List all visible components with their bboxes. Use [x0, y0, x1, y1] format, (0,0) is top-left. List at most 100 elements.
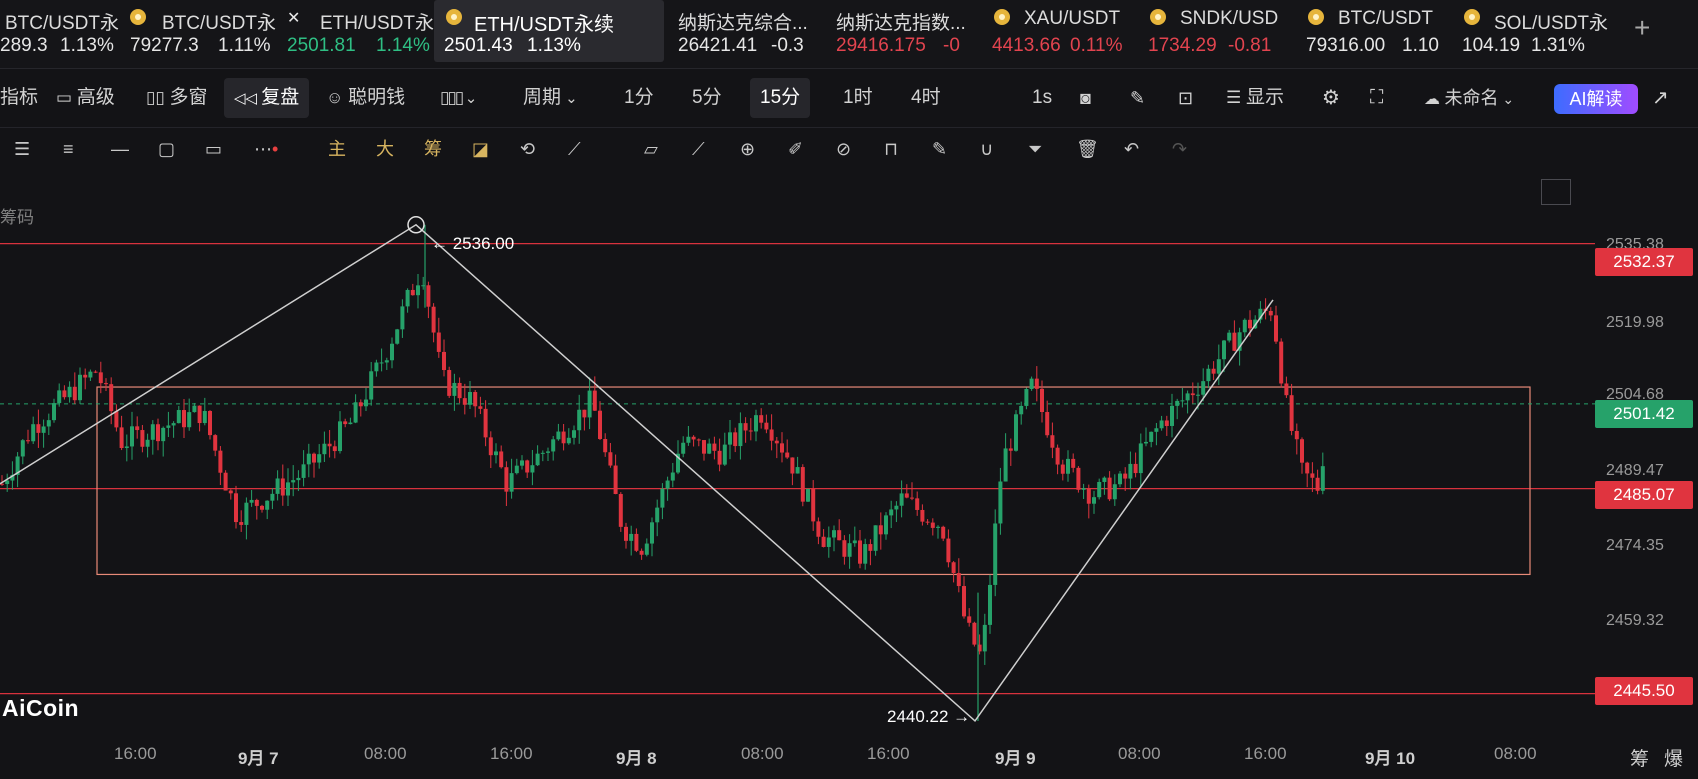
chips-toggle[interactable]: 筹: [1630, 744, 1649, 771]
ai-interpret-button[interactable]: AI解读: [1554, 84, 1638, 114]
ticker-name: ETH/USDT永: [320, 13, 435, 34]
rectangle-icon[interactable]: ▢: [158, 128, 175, 170]
share-icon[interactable]: ⊡: [1178, 69, 1193, 127]
ticker-5[interactable]: 纳斯达克指数... 29416.175 -0: [836, 0, 976, 62]
sliders-icon[interactable]: ☰: [14, 128, 30, 170]
interval-1m[interactable]: 1分: [624, 69, 654, 127]
multi-window-button[interactable]: ▯▯ 多窗: [146, 69, 207, 127]
ticker-6[interactable]: XAU/USDT 4413.66 0.11%: [990, 0, 1122, 62]
y-tick: 2519.98: [1606, 314, 1664, 331]
candlestick-chart[interactable]: [0, 170, 1698, 779]
interval-4h[interactable]: 4时: [911, 69, 941, 127]
layout-name: 未命名: [1444, 88, 1499, 108]
candle-body: [946, 538, 951, 563]
candle-body: [462, 398, 467, 405]
box-tool-icon[interactable]: ◪: [472, 128, 489, 170]
candle-body: [457, 382, 462, 399]
chart-area[interactable]: [0, 170, 1698, 779]
lock-icon[interactable]: ⊓: [884, 128, 898, 170]
ticker-8[interactable]: BTC/USDT 79316.00 1.10: [1306, 0, 1439, 62]
chart-type-button[interactable]: ▯▯▯ ⌄: [440, 69, 477, 127]
ticker-change: -0.81: [1228, 35, 1272, 56]
zoom-in-icon[interactable]: ⊕: [740, 128, 755, 170]
candle-body: [431, 306, 436, 333]
candle-body: [1315, 477, 1320, 491]
ticker-3[interactable]: ETH/USDT永续 2501.43 1.13%: [434, 0, 664, 62]
undo-icon[interactable]: ↶: [1124, 128, 1139, 170]
candle-body: [410, 289, 415, 296]
candle-body: [72, 386, 77, 401]
ticker-2[interactable]: ✕ ETH/USDT永 2501.81 1.14%: [285, 0, 434, 62]
candle-body: [1159, 420, 1164, 429]
candle-body: [275, 478, 280, 494]
edit-list-icon[interactable]: ✎: [932, 128, 947, 170]
layout-dropdown[interactable]: ☁ 未命名 ⌄: [1424, 69, 1514, 127]
candle-body: [1274, 315, 1278, 342]
price-tag-resistance: 2532.37: [1595, 248, 1693, 276]
big-order-button[interactable]: 大: [376, 128, 394, 170]
candle-body: [847, 543, 852, 557]
candle-body: [1320, 466, 1325, 491]
resize-icon[interactable]: [1541, 179, 1571, 205]
interval-15m[interactable]: 15分: [750, 78, 811, 118]
measure-icon[interactable]: ⟋: [692, 128, 705, 170]
smart-money-button[interactable]: ☺ 聪明钱: [326, 69, 405, 127]
ruler-icon[interactable]: ▭: [205, 128, 222, 170]
add-ticker-icon[interactable]: +: [1634, 14, 1650, 42]
indicators-button[interactable]: 指标: [0, 69, 38, 127]
sync-icon[interactable]: ⟲: [520, 128, 535, 170]
trash-icon[interactable]: 🗑: [1076, 128, 1099, 170]
ticker-1[interactable]: BTC/USDT永 79277.3 1.11%: [126, 0, 276, 62]
redo-icon[interactable]: ↷: [1172, 128, 1187, 170]
candle-body: [665, 480, 670, 489]
ticker-name: SOL/USDT永: [1494, 13, 1609, 34]
horizontal-line-icon[interactable]: —: [111, 128, 129, 170]
display-label: 显示: [1245, 87, 1284, 108]
filter-icon[interactable]: ⏷: [1028, 128, 1042, 170]
candle-body: [764, 422, 769, 430]
settings-icon[interactable]: ⚙: [1322, 69, 1340, 127]
candle-body: [150, 424, 155, 440]
pen-icon[interactable]: ✎: [1130, 69, 1145, 127]
chips-button[interactable]: 筹: [424, 128, 442, 170]
display-button[interactable]: ☰ 显示: [1226, 69, 1284, 127]
candle-body: [93, 371, 98, 373]
candle-body: [78, 374, 82, 401]
candle-body: [1242, 319, 1247, 333]
brush-icon[interactable]: ⟋: [568, 128, 581, 170]
ticker-0[interactable]: BTC/USDT永 289.3 1.13%: [0, 0, 119, 62]
interval-1h[interactable]: 1时: [843, 69, 873, 127]
interval-1s[interactable]: 1s: [1032, 69, 1052, 127]
candle-body: [780, 443, 784, 453]
visibility-icon[interactable]: ⊘: [836, 128, 851, 170]
fullscreen-icon[interactable]: ⛶: [1370, 69, 1383, 127]
candle-body: [202, 410, 207, 424]
ticker-9[interactable]: SOL/USDT永 104.19 1.31%: [1460, 0, 1608, 62]
menu-icon[interactable]: ≡: [63, 128, 74, 170]
liquidation-toggle[interactable]: 爆: [1664, 744, 1683, 771]
ticker-7[interactable]: SNDK/USD 1734.29 -0.81: [1146, 0, 1278, 62]
ticker-4[interactable]: 纳斯达克综合... 26421.41 -0.3: [678, 0, 818, 62]
candle-body: [660, 488, 665, 508]
bookmark-icon[interactable]: ▱: [644, 128, 658, 170]
candle-body: [790, 457, 795, 474]
more-icon[interactable]: ⋯•: [254, 128, 278, 170]
replay-button[interactable]: ◁◁ 复盘: [224, 78, 310, 118]
main-indicator-button[interactable]: 主: [328, 128, 346, 170]
advanced-button[interactable]: ▭ 高级: [56, 69, 115, 127]
eraser-icon[interactable]: ✐: [788, 128, 803, 170]
candle-body: [249, 499, 254, 503]
candle-body: [769, 429, 774, 441]
x-tick: 9月 9: [995, 749, 1036, 768]
candle-body: [1014, 414, 1018, 451]
swing-zigzag-line: [0, 223, 1274, 723]
interval-5m[interactable]: 5分: [692, 69, 722, 127]
trend-icon[interactable]: ↗: [1652, 69, 1669, 127]
candle-body: [1211, 368, 1216, 374]
candle-body: [312, 453, 316, 463]
magnet-icon[interactable]: ∪: [980, 128, 993, 170]
camera-icon[interactable]: ◙: [1080, 69, 1091, 127]
candle-body: [161, 427, 166, 442]
period-dropdown[interactable]: 周期 ⌄: [523, 69, 578, 127]
x-tick: 08:00: [1494, 744, 1537, 763]
